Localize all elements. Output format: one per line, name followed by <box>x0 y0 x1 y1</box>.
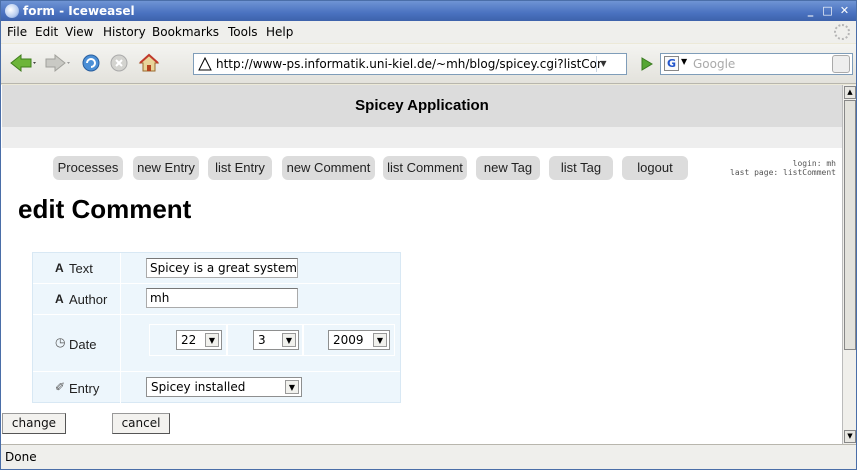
menu-edit[interactable]: Edit <box>35 21 58 43</box>
browser-window: form - Iceweasel _ □ ✕ File Edit View Hi… <box>0 0 857 470</box>
day-select[interactable]: 22 ▼ <box>176 330 222 350</box>
entry-select[interactable]: Spicey installed ▼ <box>146 377 302 397</box>
nav-new-tag[interactable]: new Tag <box>476 156 540 180</box>
chevron-down-icon: ▼ <box>205 333 219 347</box>
search-bar[interactable]: G ▼ Google <box>660 53 853 75</box>
close-button[interactable]: ✕ <box>837 4 852 18</box>
month-select[interactable]: 3 ▼ <box>253 330 299 350</box>
nav-logout[interactable]: logout <box>622 156 688 180</box>
text-type-icon: A <box>55 261 64 275</box>
form-row-date: ◷ Date 22 ▼ 3 ▼ 2009 ▼ <box>33 315 400 372</box>
text-label: A Text <box>33 253 121 283</box>
chevron-down-icon: ▼ <box>282 333 296 347</box>
menu-tools[interactable]: Tools <box>228 21 258 43</box>
form-row-text: A Text Spicey is a great system <box>33 253 400 284</box>
login-info: login: mh last page: listComment <box>701 159 836 177</box>
scroll-down-icon[interactable]: ▼ <box>844 430 856 443</box>
vertical-scrollbar[interactable]: ▲ ▼ <box>842 85 856 444</box>
nav-list-entry[interactable]: list Entry <box>208 156 272 180</box>
page-content: Spicey Application Processes new Entry l… <box>1 85 842 444</box>
menu-help[interactable]: Help <box>266 21 293 43</box>
cancel-button[interactable]: cancel <box>112 413 170 434</box>
menu-history[interactable]: History <box>103 21 146 43</box>
author-type-icon: A <box>55 292 64 306</box>
iceweasel-icon <box>5 4 19 18</box>
year-cell: 2009 ▼ <box>303 324 395 356</box>
date-label: ◷ Date <box>33 315 121 371</box>
page-title: edit Comment <box>18 194 192 224</box>
scroll-thumb[interactable] <box>844 100 856 350</box>
menu-bar: File Edit View History Bookmarks Tools H… <box>1 21 856 43</box>
login-line: login: mh <box>792 159 836 168</box>
chevron-down-icon: ▼ <box>285 380 299 394</box>
nav-list-comment[interactable]: list Comment <box>383 156 467 180</box>
title-bar[interactable]: form - Iceweasel _ □ ✕ <box>1 1 856 21</box>
google-engine-icon[interactable]: G <box>664 56 679 71</box>
text-field[interactable]: Spicey is a great system <box>146 258 298 278</box>
stop-icon[interactable] <box>109 53 131 73</box>
navigation-toolbar: http://www-ps.informatik.uni-kiel.de/~mh… <box>1 44 856 84</box>
home-icon[interactable] <box>137 53 161 73</box>
maximize-button[interactable]: □ <box>820 4 835 18</box>
form-row-entry: ✐ Entry Spicey installed ▼ <box>33 372 400 403</box>
back-icon[interactable] <box>9 53 37 73</box>
link-icon: ✐ <box>55 380 66 394</box>
url-bar[interactable]: http://www-ps.informatik.uni-kiel.de/~mh… <box>193 53 627 75</box>
chevron-down-icon: ▼ <box>373 333 387 347</box>
throbber-icon <box>834 24 850 40</box>
menu-view[interactable]: View <box>65 21 93 43</box>
minimize-button[interactable]: _ <box>803 4 818 18</box>
day-cell: 22 ▼ <box>149 324 227 356</box>
change-button[interactable]: change <box>2 413 66 434</box>
month-cell: 3 ▼ <box>227 324 303 356</box>
warning-icon <box>198 57 212 71</box>
status-bar: Done <box>1 444 856 469</box>
last-page-line: last page: listComment <box>730 168 836 177</box>
menu-bookmarks[interactable]: Bookmarks <box>152 21 219 43</box>
year-select[interactable]: 2009 ▼ <box>328 330 390 350</box>
menu-file[interactable]: File <box>7 21 27 43</box>
nav-processes[interactable]: Processes <box>53 156 123 180</box>
nav-new-entry[interactable]: new Entry <box>133 156 199 180</box>
window-title: form - Iceweasel <box>23 4 135 18</box>
app-header: Spicey Application <box>2 85 842 127</box>
status-text: Done <box>5 450 37 464</box>
url-dropdown-icon[interactable]: ▼ <box>596 56 610 72</box>
entry-label: ✐ Entry <box>33 372 121 403</box>
engine-dropdown-icon[interactable]: ▼ <box>681 57 687 66</box>
edit-form: A Text Spicey is a great system A Author… <box>32 252 401 403</box>
clock-icon: ◷ <box>55 335 66 349</box>
scroll-up-icon[interactable]: ▲ <box>844 86 856 99</box>
nav-list-tag[interactable]: list Tag <box>549 156 613 180</box>
reload-icon[interactable] <box>81 53 103 73</box>
author-label: A Author <box>33 284 121 314</box>
forward-icon[interactable] <box>45 53 71 73</box>
header-band <box>2 127 842 148</box>
search-icon[interactable] <box>832 55 850 73</box>
author-field[interactable]: mh <box>146 288 298 308</box>
search-input[interactable]: Google <box>693 54 735 74</box>
nav-new-comment[interactable]: new Comment <box>282 156 375 180</box>
form-row-author: A Author mh <box>33 284 400 315</box>
url-text: http://www-ps.informatik.uni-kiel.de/~mh… <box>216 57 602 71</box>
go-icon[interactable] <box>638 55 656 73</box>
